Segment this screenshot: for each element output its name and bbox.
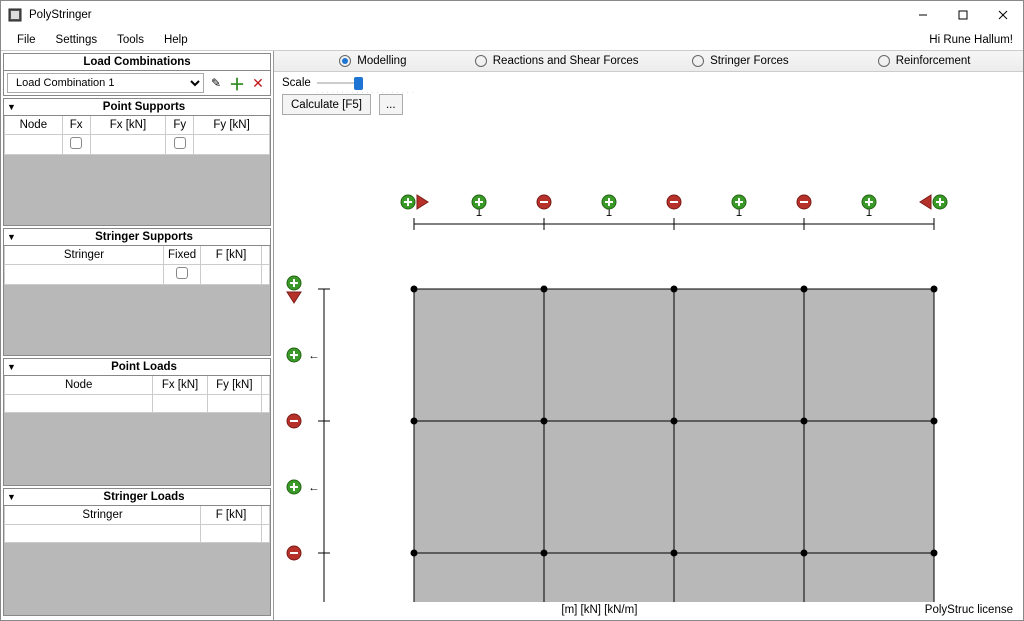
minimize-button[interactable]	[903, 1, 943, 29]
radio-icon	[475, 55, 487, 67]
table-row[interactable]	[5, 264, 270, 284]
panel-point-supports: ▼Point Supports Node Fx Fx [kN] Fy Fy [k…	[3, 98, 271, 226]
license-label: PolyStruc license	[925, 604, 1013, 616]
menu-tools[interactable]: Tools	[107, 32, 154, 48]
panel-stringer-loads: ▼Stringer Loads Stringer F [kN]	[3, 488, 271, 616]
footer: [m] [kN] [kN/m] PolyStruc license	[274, 602, 1023, 620]
stringer-supports-table: Stringer Fixed F [kN]	[4, 246, 270, 285]
table-row[interactable]	[5, 134, 270, 154]
model-canvas[interactable]: 1111 ←←←	[274, 119, 1023, 602]
checkbox-fixed[interactable]	[176, 267, 188, 279]
panel-point-loads: ▼Point Loads Node Fx [kN] Fy [kN]	[3, 358, 271, 486]
edit-icon[interactable]: ✎	[207, 74, 225, 92]
panel-load-combinations: Load Combinations Load Combination 1 ✎ ＋…	[3, 53, 271, 96]
col-node: Node	[5, 116, 63, 134]
tab-reactions[interactable]: Reactions and Shear Forces	[470, 55, 644, 67]
view-tabs: Modelling Reactions and Shear Forces Str…	[274, 51, 1023, 72]
stringer-loads-table: Stringer F [kN]	[4, 506, 270, 543]
col-node: Node	[5, 376, 153, 394]
svg-text:←: ←	[308, 482, 320, 494]
panel-title-stringer-loads: Stringer Loads	[18, 491, 270, 503]
radio-icon	[339, 55, 351, 67]
panel-stringer-supports: ▼Stringer Supports Stringer Fixed F [kN]	[3, 228, 271, 356]
col-fxkn: Fx [kN]	[90, 116, 166, 134]
col-fixed: Fixed	[164, 246, 201, 264]
col-fxkn: Fx [kN]	[153, 376, 207, 394]
panel-title-point-loads: Point Loads	[18, 361, 270, 373]
tab-stringer-forces[interactable]: Stringer Forces	[654, 55, 828, 67]
window-title: PolyStringer	[29, 9, 92, 21]
calculate-button[interactable]: Calculate [F5]	[282, 94, 371, 115]
point-supports-table: Node Fx Fx [kN] Fy Fy [kN]	[4, 116, 270, 155]
add-load-combination-button[interactable]: ＋	[228, 74, 246, 92]
col-fkn: F [kN]	[201, 246, 262, 264]
col-fykn: Fy [kN]	[207, 376, 261, 394]
point-loads-table: Node Fx [kN] Fy [kN]	[4, 376, 270, 413]
scale-slider[interactable]: ····················	[317, 76, 363, 90]
more-button[interactable]: ...	[379, 94, 403, 115]
table-row[interactable]	[5, 524, 270, 542]
control-row: Scale ····················	[274, 72, 1023, 94]
side-panel: Load Combinations Load Combination 1 ✎ ＋…	[1, 51, 274, 620]
scale-label: Scale	[282, 77, 311, 89]
title-bar: PolyStringer	[1, 1, 1023, 29]
load-combination-select[interactable]: Load Combination 1	[7, 73, 204, 93]
collapse-icon[interactable]: ▼	[4, 362, 18, 372]
menu-help[interactable]: Help	[154, 32, 198, 48]
user-greeting: Hi Rune Hallum!	[929, 34, 1023, 46]
radio-icon	[692, 55, 704, 67]
maximize-button[interactable]	[943, 1, 983, 29]
tab-modelling[interactable]: Modelling	[286, 55, 460, 67]
panel-title-stringer-supports: Stringer Supports	[18, 231, 270, 243]
tab-reinforcement[interactable]: Reinforcement	[837, 55, 1011, 67]
radio-icon	[878, 55, 890, 67]
panel-title-load-combinations: Load Combinations	[4, 56, 270, 68]
col-fykn: Fy [kN]	[194, 116, 270, 134]
menu-bar: File Settings Tools Help Hi Rune Hallum!	[1, 29, 1023, 51]
svg-text:←: ←	[308, 350, 320, 362]
app-icon	[7, 7, 23, 23]
table-row[interactable]	[5, 394, 270, 412]
collapse-icon[interactable]: ▼	[4, 232, 18, 242]
col-fkn: F [kN]	[201, 506, 262, 524]
col-stringer: Stringer	[5, 246, 164, 264]
col-fx: Fx	[62, 116, 90, 134]
menu-file[interactable]: File	[7, 32, 46, 48]
menu-settings[interactable]: Settings	[46, 32, 108, 48]
collapse-icon[interactable]: ▼	[4, 102, 18, 112]
units-label: [m] [kN] [kN/m]	[274, 604, 925, 616]
collapse-icon[interactable]: ▼	[4, 492, 18, 502]
col-stringer: Stringer	[5, 506, 201, 524]
main-area: Modelling Reactions and Shear Forces Str…	[274, 51, 1023, 620]
col-fy: Fy	[166, 116, 194, 134]
checkbox-fx[interactable]	[70, 137, 82, 149]
checkbox-fy[interactable]	[174, 137, 186, 149]
panel-title-point-supports: Point Supports	[18, 101, 270, 113]
delete-load-combination-button[interactable]: ✕	[249, 74, 267, 92]
close-button[interactable]	[983, 1, 1023, 29]
